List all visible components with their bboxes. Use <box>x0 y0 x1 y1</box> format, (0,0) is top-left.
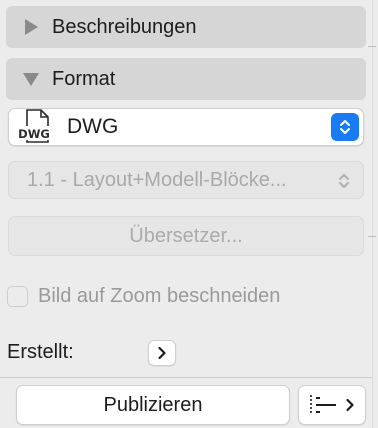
section-title: Beschreibungen <box>52 15 197 38</box>
disclosure-right-icon[interactable] <box>16 19 46 35</box>
section-title: Format <box>52 67 116 90</box>
dwg-file-icon: DWG <box>17 109 57 145</box>
up-down-chevrons-icon[interactable] <box>331 113 359 141</box>
layout-option-value: 1.1 - Layout+Modell-Blöcke... <box>27 168 287 191</box>
crop-to-zoom-label: Bild auf Zoom beschneiden <box>38 285 281 307</box>
format-popup[interactable]: DWG DWG <box>8 108 364 146</box>
footer-divider <box>0 377 372 378</box>
crop-to-zoom-checkbox[interactable] <box>7 286 28 307</box>
edge-tick <box>368 236 376 237</box>
section-header-descriptions[interactable]: Beschreibungen <box>6 6 366 48</box>
created-label: Erstellt: <box>7 341 74 363</box>
publish-button[interactable]: Publizieren <box>16 385 290 425</box>
translator-button[interactable]: Übersetzer... <box>8 216 364 256</box>
up-down-chevrons-icon <box>335 169 353 193</box>
chevron-right-icon <box>158 346 166 360</box>
svg-text:DWG: DWG <box>18 127 50 141</box>
crop-to-zoom-option[interactable]: Bild auf Zoom beschneiden <box>7 285 280 308</box>
edge-tick <box>368 46 376 47</box>
format-value: DWG <box>67 115 119 138</box>
options-button[interactable] <box>298 385 366 425</box>
layout-option-popup[interactable]: 1.1 - Layout+Modell-Blöcke... <box>8 161 364 199</box>
publish-button-label: Publizieren <box>103 393 203 416</box>
disclosure-down-icon[interactable] <box>16 72 46 86</box>
chevron-right-icon <box>346 398 354 412</box>
list-options-icon <box>310 395 336 415</box>
created-chevron-button[interactable] <box>148 340 176 366</box>
translator-button-label: Übersetzer... <box>129 224 243 247</box>
section-header-format[interactable]: Format <box>6 58 366 100</box>
panel-edge <box>372 0 373 428</box>
